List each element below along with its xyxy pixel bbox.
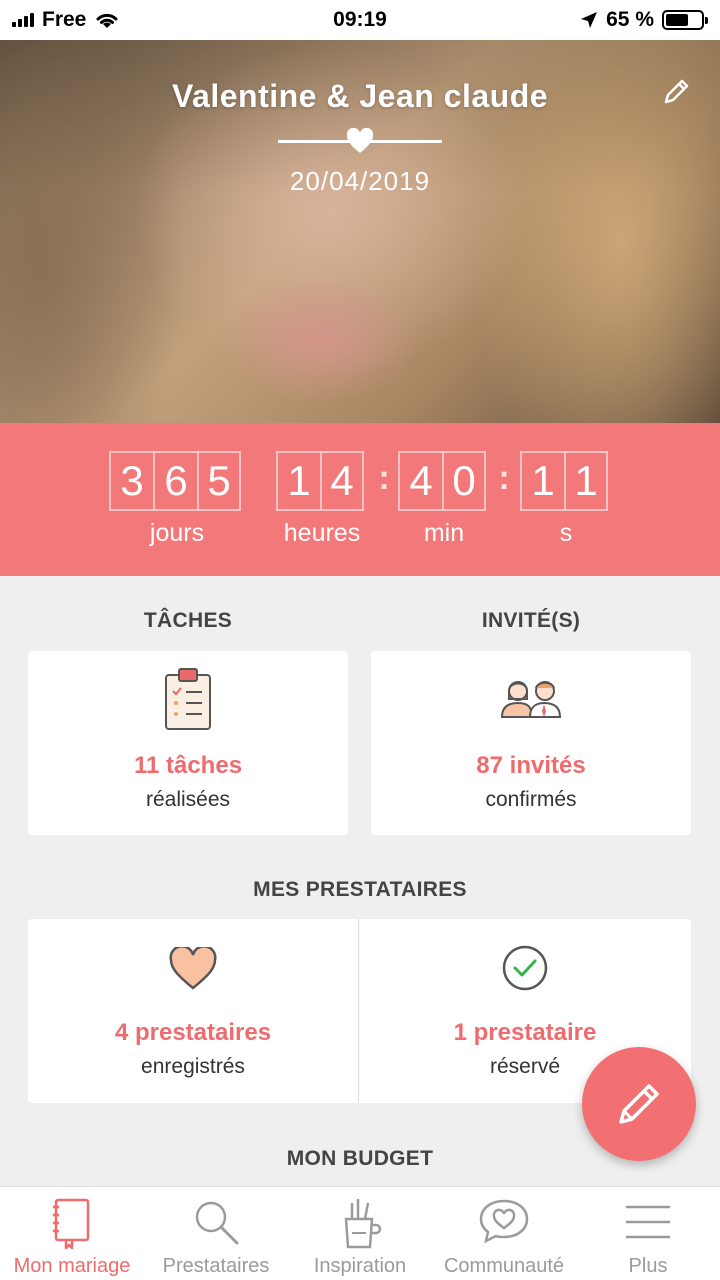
countdown-digit: 5 [197, 451, 241, 511]
couple-names: Valentine & Jean claude [171, 78, 549, 114]
signal-icon [12, 13, 34, 27]
countdown-digit: 1 [564, 451, 608, 511]
status-right: 65 % [580, 8, 708, 32]
countdown-separator: : [378, 459, 390, 497]
tab-label: Inspiration [313, 1255, 407, 1277]
title-divider [278, 128, 442, 154]
countdown-digit: 4 [398, 451, 442, 511]
tasks-card[interactable]: 11 tâches réalisées [28, 651, 348, 835]
battery-percent: 65 % [606, 8, 654, 31]
tasks-section-title: TÂCHES [143, 609, 233, 632]
carrier-label: Free [42, 8, 87, 31]
tab-label: Communauté [443, 1255, 565, 1277]
countdown-minutes: 4 0 [398, 451, 486, 511]
countdown-seconds-label: s [559, 519, 573, 547]
edit-header-button[interactable] [658, 74, 694, 110]
vendors-saved-count: 4 prestataires [114, 1019, 272, 1046]
edit-fab-button[interactable] [582, 1047, 696, 1161]
vendors-saved[interactable]: 4 prestataires enregistrés [28, 919, 358, 1103]
tab-communaute[interactable]: Communauté [432, 1187, 576, 1280]
countdown-days-label: jours [149, 519, 205, 547]
status-bar: Free 09:19 65 % [0, 0, 720, 40]
countdown-hours-label: heures [283, 519, 361, 547]
notebook-icon [53, 1198, 90, 1249]
chat-heart-icon [479, 1199, 529, 1244]
tab-prestataires[interactable]: Prestataires [144, 1187, 288, 1280]
menu-icon [626, 1205, 670, 1239]
countdown-digit: 4 [320, 451, 364, 511]
countdown-seconds: 1 1 [520, 451, 608, 511]
heart-divider-icon [346, 128, 374, 153]
check-circle-icon [502, 945, 548, 991]
wifi-icon [96, 13, 118, 28]
vendors-section-title: MES PRESTATAIRES [253, 878, 467, 901]
countdown-digit: 1 [520, 451, 564, 511]
heart-icon [169, 947, 217, 990]
search-icon [195, 1201, 239, 1245]
battery-icon [662, 10, 708, 30]
countdown-separator: : [498, 459, 510, 497]
vendors-booked-count: 1 prestataire [453, 1019, 597, 1046]
countdown-days: 3 6 5 [109, 451, 241, 511]
countdown-minutes-label: min [423, 519, 465, 547]
countdown-digit: 3 [109, 451, 153, 511]
tab-label: Prestataires [162, 1255, 270, 1277]
tab-label: Plus [628, 1255, 668, 1277]
countdown-digit: 0 [442, 451, 486, 511]
pencil-icon [619, 1084, 659, 1124]
countdown-banner: 3 6 5 1 4 : 4 0 : 1 1 jours heures min s [0, 423, 720, 576]
tab-mon-mariage[interactable]: Mon mariage [0, 1187, 144, 1280]
guests-card[interactable]: 87 invités confirmés [371, 651, 691, 835]
clock: 09:19 [333, 8, 387, 31]
tab-label: Mon mariage [13, 1255, 131, 1277]
pencil-icon [664, 79, 689, 104]
tasks-sub: réalisées [145, 788, 231, 811]
location-arrow-icon [581, 12, 598, 28]
countdown-digit: 1 [276, 451, 320, 511]
wedding-date: 20/04/2019 [289, 166, 431, 196]
couple-photo-header: Valentine & Jean claude 20/04/2019 [0, 40, 720, 423]
countdown-digit: 6 [153, 451, 197, 511]
guests-icon [500, 681, 562, 718]
tasks-count: 11 tâches [133, 752, 243, 779]
clipboard-icon [165, 668, 211, 730]
vendors-saved-sub: enregistrés [141, 1055, 245, 1078]
status-left: Free [12, 8, 120, 32]
bottom-tab-bar: Mon mariage Prestataires Inspiration Com… [0, 1186, 720, 1280]
guests-count: 87 invités [476, 752, 586, 779]
countdown-hours: 1 4 [276, 451, 364, 511]
guests-sub: confirmés [485, 788, 577, 811]
guests-section-title: INVITÉ(S) [481, 609, 581, 632]
tab-plus[interactable]: Plus [576, 1187, 720, 1280]
tab-inspiration[interactable]: Inspiration [288, 1187, 432, 1280]
pencil-cup-icon [344, 1199, 382, 1249]
